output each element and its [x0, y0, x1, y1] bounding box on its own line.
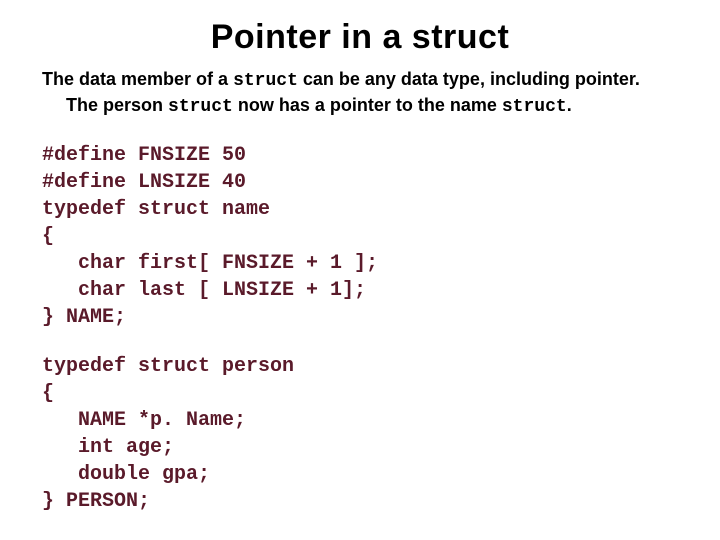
desc-line1-a: The data member of a	[42, 69, 233, 89]
code-block-person-struct: typedef struct person { NAME *p. Name; i…	[42, 353, 678, 515]
desc-line2-a: The person	[66, 95, 168, 115]
description-paragraph: The data member of a struct can be any d…	[42, 67, 678, 120]
desc-line2-b: now has a pointer to the name	[233, 95, 502, 115]
slide: Pointer in a struct The data member of a…	[0, 0, 720, 540]
desc-line1-b: can be any data type, including pointer.	[298, 69, 640, 89]
desc-line1-code: struct	[233, 71, 298, 91]
desc-line2-code2: struct	[502, 97, 567, 117]
code-block-name-struct: #define FNSIZE 50 #define LNSIZE 40 type…	[42, 142, 678, 331]
slide-title: Pointer in a struct	[42, 18, 678, 57]
desc-line2-code1: struct	[168, 97, 233, 117]
desc-line2-c: .	[567, 95, 572, 115]
